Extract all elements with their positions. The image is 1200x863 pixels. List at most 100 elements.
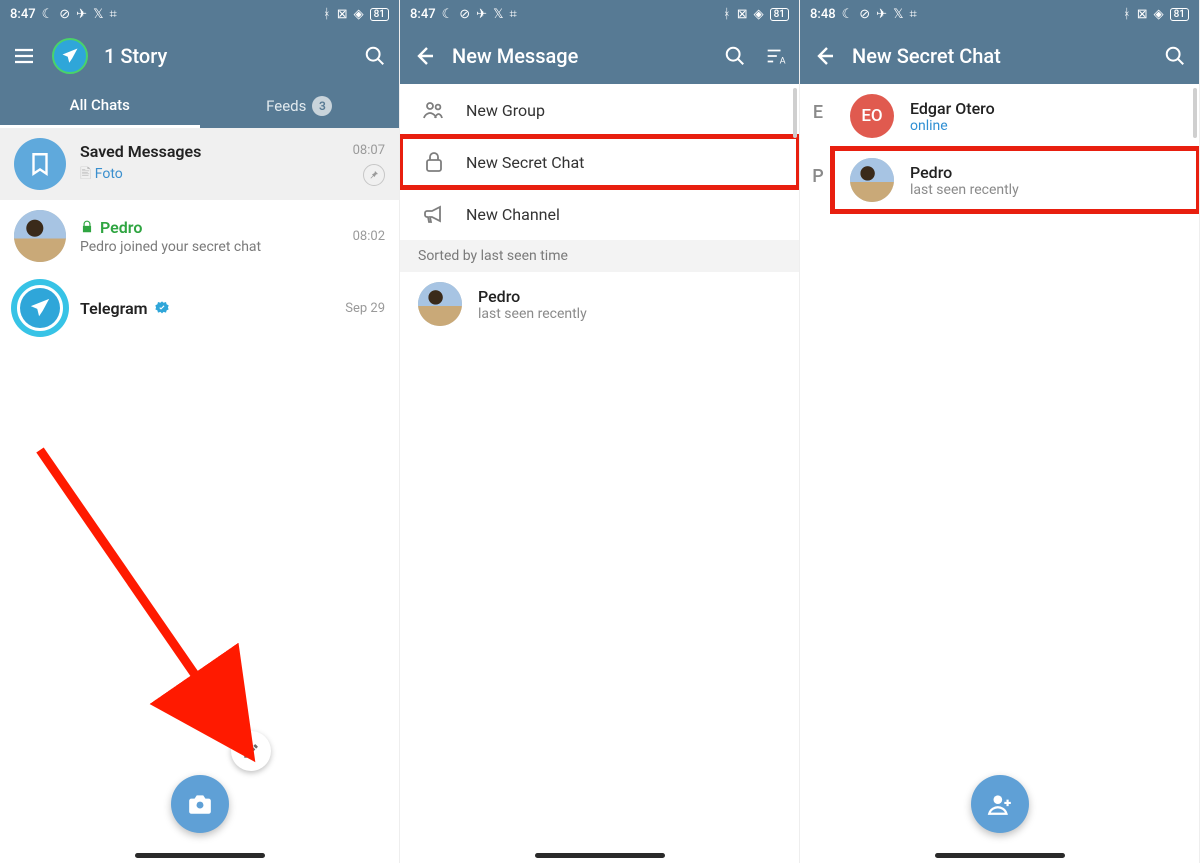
chat-saved-messages[interactable]: Saved Messages 🖹 Foto 08:07 — [0, 128, 399, 200]
chat-time: Sep 29 — [345, 301, 385, 316]
dnd-icon: ⊘ — [859, 7, 870, 22]
chat-time: 08:07 — [353, 143, 385, 158]
status-time: 8:47 — [10, 7, 36, 22]
bluetooth-icon: ᚼ — [723, 7, 731, 22]
verified-badge-icon — [154, 300, 170, 316]
contact-group-e: E EO Edgar Otero online — [800, 84, 1199, 148]
contact-name: Pedro — [478, 287, 587, 306]
story-avatar[interactable] — [52, 38, 88, 74]
no-sim-icon: ⊠ — [1137, 7, 1148, 22]
nav-handle — [935, 853, 1065, 858]
option-new-channel[interactable]: New Channel — [400, 188, 799, 240]
scroll-indicator — [793, 88, 797, 138]
no-sim-icon: ⊠ — [737, 7, 748, 22]
alpha-index-letter: P — [804, 166, 832, 187]
chat-subtitle: 🖹 Foto — [80, 163, 339, 187]
x-status-icon: 𝕏 — [893, 7, 903, 22]
status-time: 8:48 — [810, 7, 836, 22]
option-label: New Secret Chat — [466, 153, 584, 172]
contact-status: online — [910, 118, 995, 134]
app-status-icon: ⌗ — [910, 7, 917, 22]
bookmark-avatar-icon — [14, 138, 66, 190]
app-status-icon: ⌗ — [110, 7, 117, 22]
chat-title: Telegram — [80, 299, 148, 318]
contact-status: last seen recently — [910, 182, 1019, 198]
contact-pedro[interactable]: Pedro last seen recently — [400, 272, 799, 336]
contact-status: last seen recently — [478, 306, 587, 322]
telegram-avatar-icon — [14, 282, 66, 334]
compose-button[interactable] — [231, 731, 271, 771]
svg-text:A: A — [780, 56, 786, 66]
contact-edgar[interactable]: EO Edgar Otero online — [832, 84, 1199, 148]
status-bar: 8:47 ☾ ⊘ ✈ 𝕏 ⌗ ᚼ ⊠ ◈ 81 — [0, 0, 399, 28]
search-button[interactable] — [723, 44, 747, 68]
telegram-status-icon: ✈ — [876, 7, 887, 22]
battery-icon: 81 — [1170, 8, 1189, 21]
screen-new-message: 8:47 ☾ ⊘ ✈ 𝕏 ⌗ ᚼ ⊠ ◈ 81 New Message A — [400, 0, 800, 863]
bluetooth-icon: ᚼ — [1123, 7, 1131, 22]
nav-handle — [535, 853, 665, 858]
dnd-icon: ⊘ — [459, 7, 470, 22]
option-label: New Group — [466, 101, 545, 120]
contact-avatar — [418, 282, 462, 326]
search-button[interactable] — [1163, 44, 1187, 68]
screen-new-secret-chat: 8:48 ☾ ⊘ ✈ 𝕏 ⌗ ᚼ ⊠ ◈ 81 New Secret Chat … — [800, 0, 1200, 863]
camera-fab[interactable] — [171, 775, 229, 833]
back-button[interactable] — [812, 44, 836, 68]
contact-pedro[interactable]: Pedro last seen recently — [832, 148, 1199, 212]
scroll-indicator — [1193, 88, 1197, 138]
x-status-icon: 𝕏 — [93, 7, 103, 22]
dnd-icon: ⊘ — [59, 7, 70, 22]
x-status-icon: 𝕏 — [493, 7, 503, 22]
chat-time: 08:02 — [353, 229, 385, 244]
battery-icon: 81 — [770, 8, 789, 21]
option-new-group[interactable]: New Group — [400, 84, 799, 136]
lock-icon — [80, 220, 94, 234]
status-time: 8:47 — [410, 7, 436, 22]
contact-avatar — [14, 210, 66, 262]
wifi-icon: ◈ — [354, 7, 364, 22]
alpha-index-letter: E — [804, 102, 832, 123]
chat-title: Pedro — [100, 218, 142, 237]
back-button[interactable] — [412, 44, 436, 68]
secret-chat-toolbar: New Secret Chat — [800, 28, 1199, 84]
status-bar: 8:47 ☾ ⊘ ✈ 𝕏 ⌗ ᚼ ⊠ ◈ 81 — [400, 0, 799, 28]
app-status-icon: ⌗ — [510, 7, 517, 22]
chat-subtitle: Pedro joined your secret chat — [80, 239, 339, 255]
chat-pedro-secret[interactable]: Pedro Pedro joined your secret chat 08:0… — [0, 200, 399, 272]
contact-group-p: P Pedro last seen recently — [800, 148, 1199, 212]
sort-header: Sorted by last seen time — [400, 240, 799, 272]
wifi-icon: ◈ — [1154, 7, 1164, 22]
main-toolbar: 1 Story — [0, 28, 399, 84]
chat-title: Saved Messages — [80, 142, 201, 161]
new-message-toolbar: New Message A — [400, 28, 799, 84]
chat-telegram-official[interactable]: Telegram Sep 29 — [0, 272, 399, 344]
search-button[interactable] — [363, 44, 387, 68]
status-bar: 8:48 ☾ ⊘ ✈ 𝕏 ⌗ ᚼ ⊠ ◈ 81 — [800, 0, 1199, 28]
tab-bar: All Chats Feeds 3 — [0, 84, 399, 128]
group-icon — [422, 98, 446, 122]
feeds-count-badge: 3 — [312, 96, 332, 116]
moon-icon: ☾ — [42, 7, 54, 22]
wifi-icon: ◈ — [754, 7, 764, 22]
contact-name: Edgar Otero — [910, 99, 995, 118]
annotation-arrow-icon — [30, 440, 270, 770]
option-label: New Channel — [466, 205, 560, 224]
telegram-status-icon: ✈ — [76, 7, 87, 22]
toolbar-title: New Message — [452, 44, 707, 68]
toolbar-title: New Secret Chat — [852, 44, 1147, 68]
megaphone-icon — [422, 202, 446, 226]
telegram-status-icon: ✈ — [476, 7, 487, 22]
tab-feeds[interactable]: Feeds 3 — [200, 84, 400, 128]
sort-button[interactable]: A — [763, 44, 787, 68]
initials-avatar: EO — [850, 94, 894, 138]
tab-all-chats[interactable]: All Chats — [0, 84, 200, 128]
screen-chat-list: 8:47 ☾ ⊘ ✈ 𝕏 ⌗ ᚼ ⊠ ◈ 81 1 Story All Chat… — [0, 0, 400, 863]
pin-icon — [363, 164, 385, 186]
lock-icon — [422, 150, 446, 174]
add-user-fab[interactable] — [971, 775, 1029, 833]
option-new-secret-chat[interactable]: New Secret Chat — [400, 136, 799, 188]
contact-name: Pedro — [910, 163, 1019, 182]
toolbar-title: 1 Story — [104, 44, 347, 68]
menu-button[interactable] — [12, 44, 36, 68]
